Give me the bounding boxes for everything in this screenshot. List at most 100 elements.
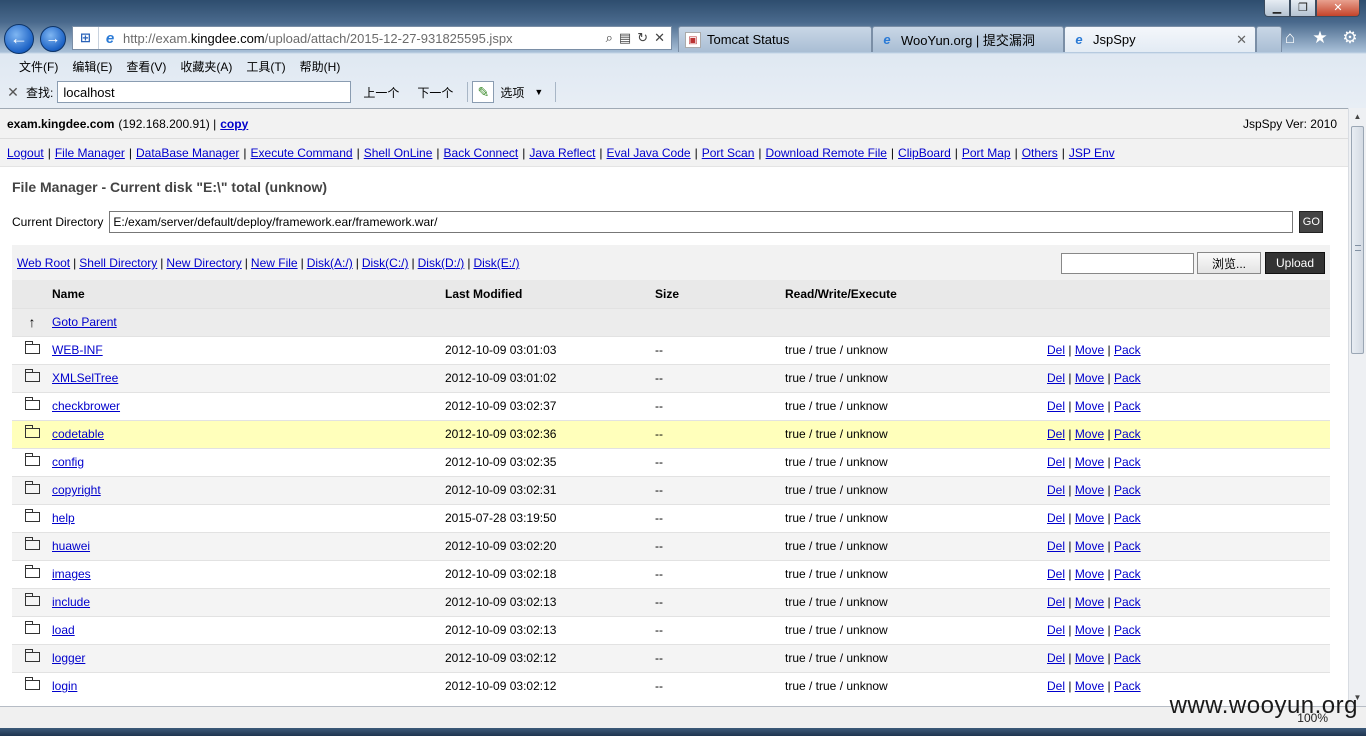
close-find-icon[interactable]: ✕ [0,84,26,101]
new-file-link[interactable]: New File [251,256,298,270]
move-link[interactable]: Move [1075,343,1104,357]
menu-edit[interactable]: 编辑(E) [65,56,119,77]
pack-link[interactable]: Pack [1114,371,1141,385]
find-input[interactable] [57,81,352,103]
highlight-pen-icon[interactable]: ✎ [472,81,495,103]
compat-view-icon[interactable]: ▤ [619,30,631,46]
menu-help[interactable]: 帮助(H) [293,56,348,77]
file-name-link[interactable]: images [52,567,91,581]
pack-link[interactable]: Pack [1114,623,1141,637]
pack-link[interactable]: Pack [1114,343,1141,357]
file-name-link[interactable]: XMLSelTree [52,371,118,385]
web-root-link[interactable]: Web Root [17,256,70,270]
close-window-button[interactable]: ✕ [1316,0,1360,17]
menu-file[interactable]: 文件(F) [12,56,65,77]
stop-icon[interactable]: ✕ [654,30,665,46]
file-name-link[interactable]: include [52,595,90,609]
del-link[interactable]: Del [1047,623,1065,637]
new-tab-button[interactable] [1256,26,1282,52]
pack-link[interactable]: Pack [1114,511,1141,525]
menu-view[interactable]: 查看(V) [119,56,173,77]
pack-link[interactable]: Pack [1114,455,1141,469]
back-button[interactable]: ← [4,24,34,54]
nav-execute-command[interactable]: Execute Command [251,146,353,160]
move-link[interactable]: Move [1075,539,1104,553]
address-bar[interactable]: ⊞ e http://exam.kingdee.com/upload/attac… [72,26,672,50]
nav-shell-online[interactable]: Shell OnLine [364,146,433,160]
scroll-thumb[interactable] [1351,126,1364,354]
del-link[interactable]: Del [1047,595,1065,609]
home-icon[interactable]: ⌂ [1280,28,1300,48]
favorites-star-icon[interactable]: ★ [1310,28,1330,48]
menu-favorites[interactable]: 收藏夹(A) [173,56,239,77]
move-link[interactable]: Move [1075,483,1104,497]
nav-eval-java-code[interactable]: Eval Java Code [607,146,691,160]
move-link[interactable]: Move [1075,595,1104,609]
tools-gear-icon[interactable]: ⚙ [1340,28,1360,48]
del-link[interactable]: Del [1047,539,1065,553]
nav-file-manager[interactable]: File Manager [55,146,125,160]
move-link[interactable]: Move [1075,651,1104,665]
del-link[interactable]: Del [1047,399,1065,413]
find-previous-button[interactable]: 上一个 [361,82,401,103]
new-directory-link[interactable]: New Directory [166,256,241,270]
file-name-link[interactable]: copyright [52,483,101,497]
move-link[interactable]: Move [1075,427,1104,441]
add-favorite-icon[interactable]: ⊞ [73,27,99,49]
file-name-link[interactable]: login [52,679,77,693]
del-link[interactable]: Del [1047,455,1065,469]
nav-clipboard[interactable]: ClipBoard [898,146,951,160]
disk-e-link[interactable]: Disk(E:/) [473,256,519,270]
current-directory-input[interactable] [109,211,1294,233]
pack-link[interactable]: Pack [1114,399,1141,413]
pack-link[interactable]: Pack [1114,651,1141,665]
tab-tomcat-status[interactable]: ▣ Tomcat Status [678,26,872,52]
close-tab-icon[interactable]: ✕ [1236,32,1247,48]
move-link[interactable]: Move [1075,567,1104,581]
pack-link[interactable]: Pack [1114,483,1141,497]
forward-button[interactable]: → [40,26,66,52]
go-button[interactable]: GO [1299,211,1324,233]
del-link[interactable]: Del [1047,679,1065,693]
move-link[interactable]: Move [1075,399,1104,413]
nav-port-scan[interactable]: Port Scan [702,146,755,160]
find-options-button[interactable]: 选项 [500,84,524,101]
file-name-link[interactable]: huawei [52,539,90,553]
nav-logout[interactable]: Logout [7,146,44,160]
find-next-button[interactable]: 下一个 [415,82,455,103]
nav-jsp-env[interactable]: JSP Env [1069,146,1115,160]
move-link[interactable]: Move [1075,623,1104,637]
del-link[interactable]: Del [1047,371,1065,385]
goto-parent-link[interactable]: Goto Parent [52,315,117,329]
nav-port-map[interactable]: Port Map [962,146,1011,160]
shell-directory-link[interactable]: Shell Directory [79,256,157,270]
tab-jspspy[interactable]: e JspSpy ✕ [1064,26,1256,52]
maximize-button[interactable]: ❐ [1290,0,1316,17]
file-name-link[interactable]: codetable [52,427,104,441]
move-link[interactable]: Move [1075,511,1104,525]
del-link[interactable]: Del [1047,427,1065,441]
pack-link[interactable]: Pack [1114,427,1141,441]
nav-database-manager[interactable]: DataBase Manager [136,146,239,160]
nav-back-connect[interactable]: Back Connect [444,146,519,160]
pack-link[interactable]: Pack [1114,679,1141,693]
move-link[interactable]: Move [1075,371,1104,385]
menu-tools[interactable]: 工具(T) [239,56,292,77]
pack-link[interactable]: Pack [1114,539,1141,553]
pack-link[interactable]: Pack [1114,595,1141,609]
pack-link[interactable]: Pack [1114,567,1141,581]
upload-file-field[interactable] [1061,252,1194,274]
tab-wooyun[interactable]: e WooYun.org | 提交漏洞 [872,26,1064,52]
file-name-link[interactable]: load [52,623,75,637]
move-link[interactable]: Move [1075,679,1104,693]
scroll-up-icon[interactable]: ▲ [1349,108,1366,125]
del-link[interactable]: Del [1047,651,1065,665]
upload-button[interactable]: Upload [1265,252,1325,274]
vertical-scrollbar[interactable]: ▲ ▼ [1348,108,1366,706]
refresh-icon[interactable]: ↻ [637,30,648,46]
file-name-link[interactable]: help [52,511,75,525]
disk-a-link[interactable]: Disk(A:/) [307,256,353,270]
file-name-link[interactable]: checkbrower [52,399,120,413]
nav-download-remote-file[interactable]: Download Remote File [766,146,887,160]
move-link[interactable]: Move [1075,455,1104,469]
